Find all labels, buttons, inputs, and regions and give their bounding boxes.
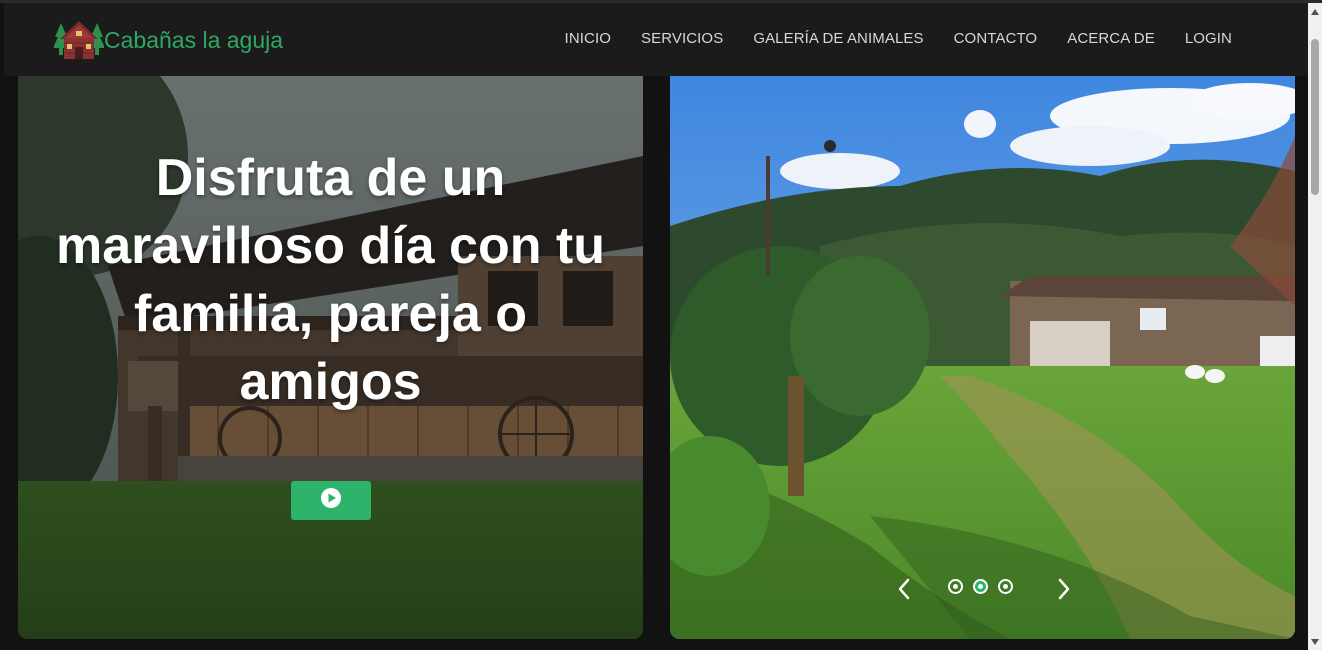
carousel-prev-button[interactable] (894, 576, 914, 602)
carousel-dot-3[interactable] (998, 579, 1013, 594)
carousel-next-button[interactable] (1054, 576, 1074, 602)
nav-item-login[interactable]: LOGIN (1185, 30, 1232, 47)
brand-name: Cabañas la aguja (104, 26, 284, 53)
farm-landscape-image (670, 76, 1295, 639)
nav-item-inicio[interactable]: INICIO (565, 30, 611, 47)
hero-title: Disfruta de un maravilloso día con tu fa… (55, 149, 606, 411)
carousel-dot-2[interactable] (973, 579, 988, 594)
play-icon (320, 487, 342, 514)
scrollbar-thumb[interactable] (1311, 39, 1319, 195)
nav-item-contacto[interactable]: CONTACTO (954, 30, 1038, 47)
page-scrollbar[interactable] (1308, 3, 1322, 650)
top-navbar: Cabañas la aguja INICIO SERVICIOS GALERÍ… (4, 3, 1308, 76)
brand[interactable]: Cabañas la aguja (53, 17, 284, 63)
play-video-button[interactable] (291, 481, 371, 520)
scroll-up-arrow-icon[interactable] (1308, 3, 1322, 20)
chevron-right-icon (1054, 578, 1074, 606)
hero-carousel (670, 76, 1295, 639)
cabin-trees-icon (53, 17, 105, 63)
carousel-dot-1[interactable] (948, 579, 963, 594)
nav-item-acerca-de[interactable]: ACERCA DE (1067, 30, 1155, 47)
nav-links: INICIO SERVICIOS GALERÍA DE ANIMALES CON… (565, 30, 1232, 47)
nav-item-galeria-de-animales[interactable]: GALERÍA DE ANIMALES (753, 30, 923, 47)
nav-item-servicios[interactable]: SERVICIOS (641, 30, 723, 47)
hero-video-panel: Disfruta de un maravilloso día con tu fa… (18, 76, 643, 639)
scroll-down-arrow-icon[interactable] (1308, 633, 1322, 650)
carousel-indicators (948, 579, 1013, 594)
chevron-left-icon (894, 578, 914, 606)
